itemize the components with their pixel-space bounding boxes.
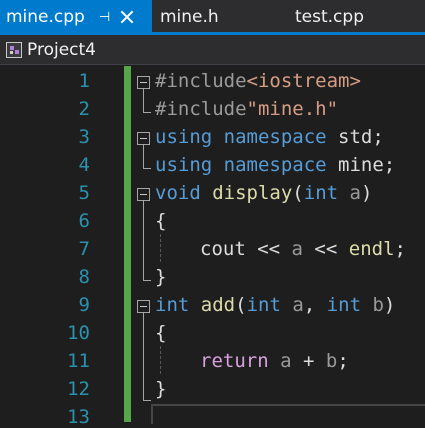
navigation-bar: Project4 — [0, 35, 425, 65]
indent-guide — [160, 234, 161, 262]
line-number: 7 — [78, 238, 90, 260]
tab-label: mine.cpp — [6, 7, 85, 27]
outline-guide-end — [143, 280, 151, 281]
tab-label: mine.h — [160, 7, 219, 27]
line-number: 5 — [78, 182, 90, 204]
collapse-icon[interactable] — [137, 188, 150, 201]
outline-guide — [143, 145, 144, 169]
project-icon — [6, 41, 22, 58]
code-line: int add(int a, int b) — [155, 294, 396, 316]
line-number: 11 — [67, 350, 90, 372]
line-number: 8 — [78, 266, 90, 288]
code-line: } — [155, 378, 167, 400]
outline-guide — [143, 313, 144, 401]
tab-label: test.cpp — [295, 7, 364, 27]
line-number: 13 — [67, 406, 90, 428]
line-number: 6 — [78, 210, 90, 232]
pin-icon[interactable]: ⊣ — [99, 10, 110, 25]
tab-test-cpp[interactable]: test.cpp — [295, 0, 405, 34]
outline-guide — [143, 201, 144, 281]
code-line: void display(int a) — [155, 182, 373, 204]
line-number: 10 — [67, 322, 90, 344]
line-number: 3 — [78, 126, 90, 148]
collapse-icon[interactable] — [137, 76, 150, 89]
tab-mine-cpp[interactable]: mine.cpp ⊣ — [0, 0, 152, 34]
code-line: } — [155, 266, 167, 288]
indent-guide — [160, 346, 161, 374]
line-number: 2 — [78, 98, 90, 120]
code-line: { — [155, 322, 167, 344]
code-editor[interactable]: 1 2 3 4 5 6 7 8 9 10 11 12 13 #include<i… — [0, 66, 425, 428]
line-number: 12 — [67, 378, 90, 400]
outline-guide — [143, 89, 144, 113]
collapse-icon[interactable] — [137, 300, 150, 313]
close-icon[interactable] — [119, 9, 135, 25]
code-line: #include<iostream> — [155, 70, 361, 92]
current-line-highlight — [151, 404, 425, 424]
code-line: { — [155, 210, 167, 232]
tab-mine-h[interactable]: mine.h — [160, 0, 270, 34]
document-tab-strip: mine.cpp ⊣ mine.h test.cpp — [0, 0, 425, 35]
outline-guide-end — [143, 400, 151, 401]
code-line: cout << a << endl; — [200, 238, 406, 260]
outline-guide-end — [143, 168, 151, 169]
collapse-icon[interactable] — [137, 132, 150, 145]
code-line: #include"mine.h" — [155, 98, 339, 120]
code-line: return a + b; — [200, 350, 349, 372]
code-line: using namespace std; — [155, 126, 384, 148]
line-number: 9 — [78, 294, 90, 316]
outline-guide-end — [143, 112, 151, 113]
line-number: 1 — [78, 70, 90, 92]
line-number: 4 — [78, 154, 90, 176]
code-line: using namespace mine; — [155, 154, 396, 176]
project-dropdown[interactable]: Project4 — [27, 40, 96, 60]
change-tracking-bar — [124, 66, 131, 422]
